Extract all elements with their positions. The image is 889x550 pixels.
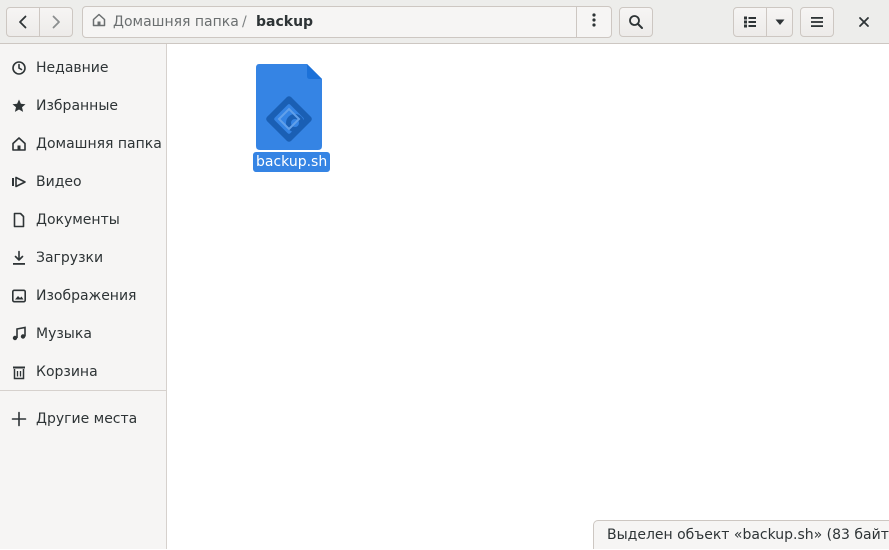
sidebar-divider	[0, 390, 166, 391]
home-icon	[91, 12, 107, 32]
header-bar: Домашняя папка / backup	[0, 0, 889, 44]
hamburger-icon	[809, 14, 825, 30]
sidebar-item-other-locations[interactable]: Другие места	[0, 401, 166, 437]
sidebar-item-label: Корзина	[36, 364, 98, 380]
sidebar: Недавние Избранные Домашняя папка Видео …	[0, 44, 167, 549]
plus-icon	[11, 411, 27, 427]
sidebar-item-label: Недавние	[36, 60, 109, 76]
download-icon	[11, 250, 27, 266]
breadcrumb-current[interactable]: backup	[256, 7, 313, 37]
script-file-icon	[255, 63, 323, 155]
sidebar-item-label: Видео	[36, 174, 82, 190]
vertical-dots-icon	[586, 12, 602, 32]
close-button[interactable]	[848, 7, 880, 37]
sidebar-item-label: Домашняя папка	[36, 136, 162, 152]
sidebar-item-downloads[interactable]: Загрузки	[0, 240, 166, 276]
sidebar-item-label: Загрузки	[36, 250, 104, 266]
view-button[interactable]	[733, 7, 767, 37]
search-button[interactable]	[619, 7, 653, 37]
breadcrumb-home-label: Домашняя папка	[113, 14, 239, 30]
sidebar-item-label: Избранные	[36, 98, 118, 114]
sidebar-item-videos[interactable]: Видео	[0, 164, 166, 200]
video-icon	[11, 174, 27, 190]
sidebar-item-home[interactable]: Домашняя папка	[0, 126, 166, 162]
go-forward-icon	[48, 14, 64, 30]
sidebar-item-pictures[interactable]: Изображения	[0, 278, 166, 314]
clock-icon	[11, 60, 27, 76]
sidebar-item-trash[interactable]: Корзина	[0, 354, 166, 390]
path-menu-button[interactable]	[576, 7, 611, 37]
home-icon	[11, 136, 27, 152]
sidebar-item-recent[interactable]: Недавние	[0, 50, 166, 86]
go-back-icon	[15, 14, 31, 30]
trash-icon	[11, 364, 27, 380]
star-icon	[11, 98, 27, 114]
sidebar-item-label: Изображения	[36, 288, 137, 304]
forward-button[interactable]	[39, 7, 73, 37]
chevron-down-icon	[774, 16, 786, 28]
main-menu-button[interactable]	[800, 7, 834, 37]
sidebar-item-documents[interactable]: Документы	[0, 202, 166, 238]
close-icon	[858, 13, 870, 32]
image-icon	[11, 288, 27, 304]
sidebar-item-label: Документы	[36, 212, 120, 228]
sidebar-item-label: Музыка	[36, 326, 92, 342]
status-bar: Выделен объект «backup.sh» (83 байта)	[593, 520, 889, 549]
music-icon	[11, 326, 27, 342]
sidebar-item-music[interactable]: Музыка	[0, 316, 166, 352]
view-options-button[interactable]	[766, 7, 793, 37]
sidebar-item-starred[interactable]: Избранные	[0, 88, 166, 124]
file-view[interactable]: backup.sh	[168, 44, 889, 549]
path-bar: Домашняя папка / backup	[82, 6, 612, 38]
document-icon	[11, 212, 27, 228]
status-text: Выделен объект «backup.sh» (83 байта)	[607, 527, 889, 543]
sidebar-item-label: Другие места	[36, 411, 138, 427]
back-button[interactable]	[6, 7, 40, 37]
list-view-icon	[742, 14, 758, 30]
breadcrumb-separator: /	[242, 14, 247, 30]
search-icon	[628, 14, 644, 30]
breadcrumb-home[interactable]: Домашняя папка	[91, 7, 239, 37]
file-name-label[interactable]: backup.sh	[253, 152, 331, 172]
